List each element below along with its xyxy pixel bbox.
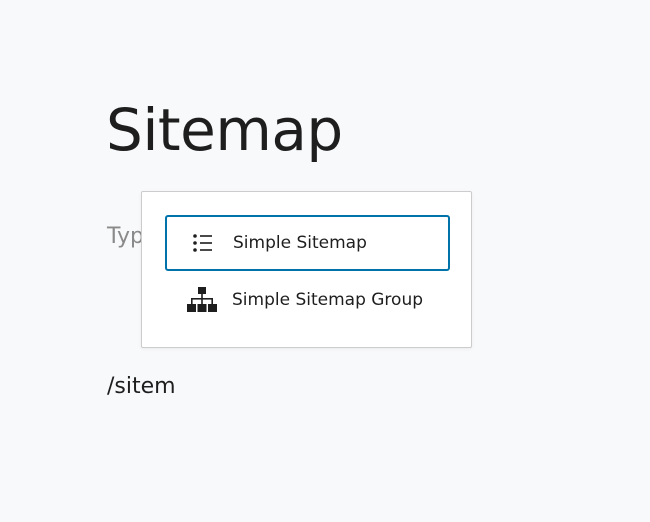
slash-command-input[interactable]: /sitem	[107, 372, 176, 402]
block-placeholder[interactable]: Typ	[107, 222, 144, 252]
autocomplete-option-simple-sitemap[interactable]: Simple Sitemap	[165, 215, 450, 271]
autocomplete-option-simple-sitemap-group[interactable]: Simple Sitemap Group	[165, 272, 450, 328]
autocomplete-option-label: Simple Sitemap	[233, 233, 367, 253]
block-autocomplete-popover: Simple Sitemap Simple Sitemap Group	[141, 191, 472, 348]
list-icon	[187, 227, 219, 259]
page-title: Sitemap	[106, 96, 343, 164]
sitemap-icon	[186, 284, 218, 316]
autocomplete-option-label: Simple Sitemap Group	[232, 290, 424, 310]
